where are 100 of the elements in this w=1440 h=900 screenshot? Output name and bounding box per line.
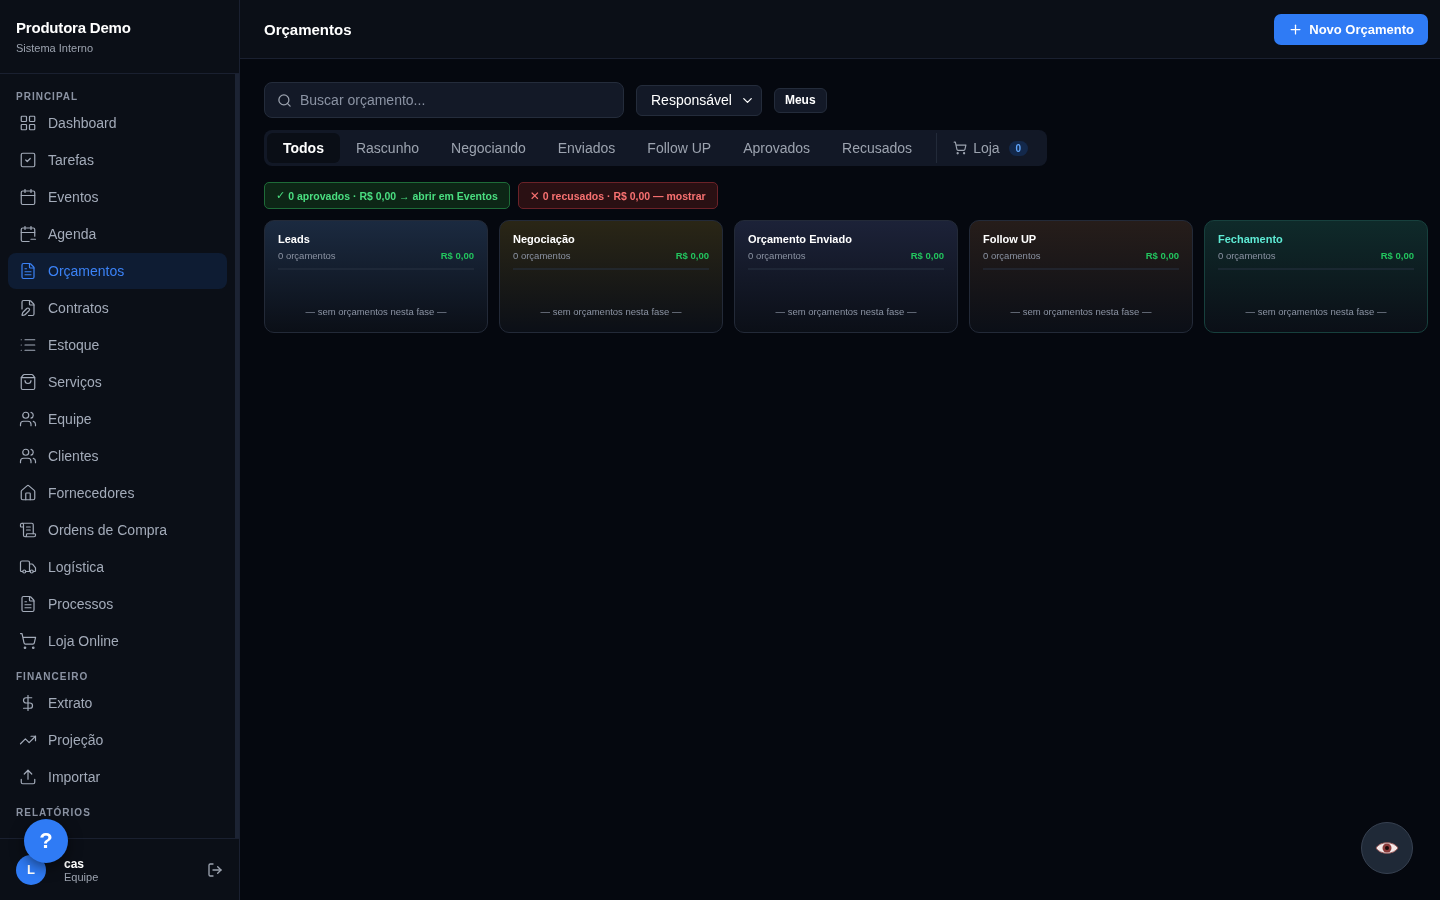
- empty-message: — sem orçamentos nesta fase —: [539, 306, 683, 317]
- nav-label: Orçamentos: [48, 263, 125, 279]
- logout-icon[interactable]: [207, 861, 223, 878]
- nav-label: Logística: [48, 559, 105, 575]
- nav-label: Fornecedores: [48, 485, 135, 501]
- nav-item[interactable]: Logística: [8, 549, 227, 585]
- nav-label: Serviços: [48, 374, 102, 390]
- new-budget-button[interactable]: Novo Orçamento: [1274, 13, 1428, 45]
- stage-total: R$ 0,00: [1145, 250, 1179, 261]
- nav-item[interactable]: Projeção: [8, 722, 227, 758]
- stage-count: 0 orçamentos: [983, 250, 1041, 261]
- nav-item[interactable]: Contratos: [8, 290, 227, 326]
- filter-tab[interactable]: Enviados: [541, 133, 632, 163]
- stage-count: 0 orçamentos: [513, 250, 571, 261]
- nav-item[interactable]: Tarefas: [8, 142, 227, 178]
- nav-item[interactable]: Equipe: [8, 401, 227, 437]
- nav-item[interactable]: Extrato: [8, 685, 227, 721]
- nav-item[interactable]: Clientes: [8, 438, 227, 474]
- plus-icon: [1288, 21, 1304, 37]
- nav-item[interactable]: Estoque: [8, 327, 227, 363]
- stage-total: R$ 0,00: [675, 250, 709, 261]
- filter-tab[interactable]: Aprovados: [727, 133, 827, 163]
- stage-title: Leads: [278, 233, 311, 245]
- stage-total: R$ 0,00: [910, 250, 944, 261]
- users-icon: [19, 447, 37, 465]
- truck-icon: [19, 558, 37, 576]
- cart-icon: [19, 632, 37, 650]
- nav-label: Agenda: [48, 226, 97, 242]
- empty-message: — sem orçamentos nesta fase —: [774, 306, 918, 317]
- stage-title: Fechamento: [1218, 233, 1284, 245]
- approved-summary[interactable]: ✓ 0 aprovados · R$ 0,00 → abrir em Eventos: [264, 182, 510, 209]
- stage-total: R$ 0,00: [1380, 250, 1414, 261]
- stage-title: Orçamento Enviado: [748, 233, 853, 245]
- nav-label: Contratos: [48, 300, 109, 316]
- nav-item[interactable]: Eventos: [8, 179, 227, 215]
- stage-title: Follow UP: [983, 233, 1038, 245]
- stage-total: R$ 0,00: [440, 250, 474, 261]
- section-label: PRINCIPAL: [15, 90, 80, 104]
- nav-item[interactable]: Fornecedores: [8, 475, 227, 511]
- nav-item[interactable]: Orçamentos: [8, 253, 227, 289]
- store-tab[interactable]: Loja 0: [937, 133, 1045, 163]
- rejected-summary[interactable]: ✕ 0 recusados · R$ 0,00 — mostrar: [517, 182, 718, 209]
- eye-button[interactable]: [1361, 822, 1413, 874]
- nav-item[interactable]: Importar: [8, 759, 227, 795]
- list-icon: [19, 336, 37, 354]
- page-title: Orçamentos: [264, 20, 352, 38]
- nav-item[interactable]: Processos: [8, 586, 227, 622]
- filter-tab[interactable]: Rascunho: [339, 133, 435, 163]
- nav-item[interactable]: Serviços: [8, 364, 227, 400]
- grid-icon: [19, 114, 37, 132]
- stage-count: 0 orçamentos: [278, 250, 336, 261]
- nav-label: Eventos: [48, 189, 99, 205]
- nav-label: Extrato: [48, 695, 93, 711]
- nav-label: Importar: [48, 769, 101, 785]
- nav-item[interactable]: Loja Online: [8, 623, 227, 659]
- section-label: FINANCEIRO: [15, 670, 90, 684]
- search-icon: [277, 93, 292, 108]
- brand-subtitle: Sistema Interno: [16, 42, 95, 54]
- search-field[interactable]: Buscar orçamento...: [264, 82, 624, 118]
- document-icon: [19, 262, 37, 280]
- mine-button[interactable]: Meus: [773, 87, 827, 113]
- brand-title: Produtora Demo: [16, 19, 132, 36]
- nav-label: Equipe: [48, 411, 92, 427]
- nav-label: Loja Online: [48, 633, 119, 649]
- nav-label: Tarefas: [48, 152, 94, 168]
- nav-item[interactable]: Dashboard: [8, 105, 227, 141]
- nav-item[interactable]: Agenda: [8, 216, 227, 252]
- nav-item[interactable]: Ordens de Compra: [8, 512, 227, 548]
- cart-icon: [953, 141, 968, 155]
- stage-count: 0 orçamentos: [1218, 250, 1276, 261]
- responsible-select[interactable]: Responsável: [636, 84, 762, 116]
- nav-label: Processos: [48, 596, 114, 612]
- section-label: RELATÓRIOS: [15, 805, 92, 820]
- empty-message: — sem orçamentos nesta fase —: [1244, 306, 1388, 317]
- nav-label: Estoque: [48, 337, 100, 353]
- house-icon: [19, 484, 37, 502]
- nav-label: Dashboard: [48, 115, 117, 131]
- nav-label: Clientes: [48, 448, 99, 464]
- calendar-icon: [19, 188, 37, 206]
- nav-label: Ordens de Compra: [48, 522, 168, 538]
- eye-icon: [1375, 840, 1399, 856]
- upload-icon: [19, 768, 37, 786]
- document-icon: [19, 299, 37, 317]
- bag-icon: [19, 373, 37, 391]
- filter-tab[interactable]: Follow UP: [631, 133, 728, 163]
- stage-count: 0 orçamentos: [748, 250, 806, 261]
- count-badge: 0: [1008, 140, 1029, 156]
- filter-tab[interactable]: Recusados: [826, 133, 929, 163]
- empty-message: — sem orçamentos nesta fase —: [304, 306, 448, 317]
- empty-message: — sem orçamentos nesta fase —: [1009, 306, 1153, 317]
- checkbox-icon: [19, 151, 37, 169]
- filter-tab[interactable]: Todos: [267, 133, 340, 163]
- filter-tab[interactable]: Negociando: [435, 133, 542, 163]
- users-icon: [19, 410, 37, 428]
- document-icon: [19, 521, 37, 539]
- stage-title: Negociação: [513, 233, 576, 245]
- document-icon: [19, 595, 37, 613]
- user-role: Equipe: [64, 870, 100, 883]
- nav-label: Projeção: [48, 732, 104, 748]
- calendar-icon: [19, 225, 37, 243]
